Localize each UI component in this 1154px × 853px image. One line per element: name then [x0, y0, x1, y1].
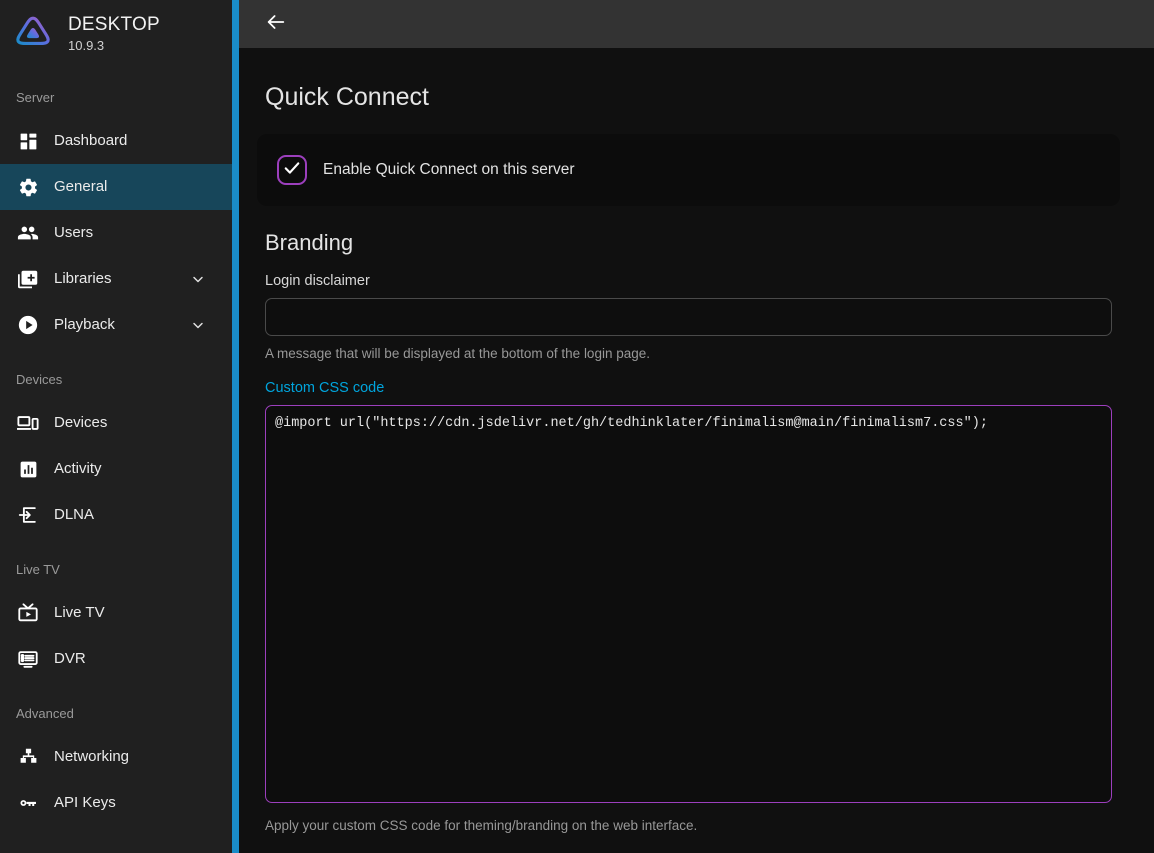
- sidebar-item-label: DLNA: [54, 505, 94, 525]
- sidebar-item-devices[interactable]: Devices: [0, 400, 232, 446]
- sidebar-item-label: API Keys: [54, 793, 116, 813]
- networking-icon: [16, 745, 40, 769]
- page-title: Quick Connect: [265, 82, 1120, 112]
- gear-icon: [16, 175, 40, 199]
- app-root: DESKTOP 10.9.3 Server Dashboard: [0, 0, 1154, 853]
- settings-content: Quick Connect Enable Quick Connect on th…: [239, 82, 1154, 835]
- nav-group-label-devices: Devices: [0, 368, 232, 392]
- key-icon: [16, 791, 40, 815]
- sidebar-item-label: Libraries: [54, 269, 112, 289]
- sidebar-item-dashboard[interactable]: Dashboard: [0, 118, 232, 164]
- login-disclaimer-field: Login disclaimer A message that will be …: [257, 272, 1120, 363]
- sidebar-item-activity[interactable]: Activity: [0, 446, 232, 492]
- activity-chart-icon: [16, 457, 40, 481]
- sidebar-item-libraries[interactable]: Libraries: [0, 256, 232, 302]
- nav-group-label-live-tv: Live TV: [0, 558, 232, 582]
- enable-quick-connect-checkbox[interactable]: [277, 155, 307, 185]
- sidebar-item-dlna[interactable]: DLNA: [0, 492, 232, 538]
- custom-css-help: Apply your custom CSS code for theming/b…: [265, 817, 1112, 835]
- sidebar-item-label: Networking: [54, 747, 129, 767]
- sidebar-item-label: Live TV: [54, 603, 105, 623]
- devices-icon: [16, 411, 40, 435]
- chevron-down-icon[interactable]: [190, 317, 206, 333]
- sidebar-item-label: General: [54, 177, 107, 197]
- sidebar-item-networking[interactable]: Networking: [0, 734, 232, 780]
- brand-header: DESKTOP 10.9.3: [0, 0, 232, 66]
- sidebar-item-general[interactable]: General: [0, 164, 232, 210]
- server-version: 10.9.3: [68, 37, 160, 54]
- branding-section-title: Branding: [265, 230, 1120, 256]
- custom-css-field: Custom CSS code Apply your custom CSS co…: [257, 379, 1120, 835]
- sidebar-item-api-keys[interactable]: API Keys: [0, 780, 232, 826]
- play-circle-icon: [16, 313, 40, 337]
- custom-css-label: Custom CSS code: [265, 379, 1112, 397]
- login-disclaimer-input[interactable]: [265, 298, 1112, 336]
- sidebar-item-label: Playback: [54, 315, 115, 335]
- library-add-icon: [16, 267, 40, 291]
- sidebar-item-users[interactable]: Users: [0, 210, 232, 256]
- live-tv-icon: [16, 601, 40, 625]
- main-content: Quick Connect Enable Quick Connect on th…: [239, 0, 1154, 853]
- dlna-input-icon: [16, 503, 40, 527]
- sidebar-item-label: Devices: [54, 413, 107, 433]
- sidebar-scrollbar[interactable]: [232, 0, 239, 853]
- enable-quick-connect-checkbox-row[interactable]: Enable Quick Connect on this server: [277, 155, 575, 185]
- login-disclaimer-help: A message that will be displayed at the …: [265, 345, 1112, 363]
- brand-text: DESKTOP 10.9.3: [68, 13, 160, 54]
- people-icon: [16, 221, 40, 245]
- sidebar-item-live-tv[interactable]: Live TV: [0, 590, 232, 636]
- top-bar: [239, 0, 1154, 48]
- sidebar-item-dvr[interactable]: DVR: [0, 636, 232, 682]
- back-button[interactable]: [257, 5, 295, 43]
- jellyfin-logo-icon: [14, 14, 52, 52]
- custom-css-textarea[interactable]: [265, 405, 1112, 803]
- chevron-down-icon[interactable]: [190, 271, 206, 287]
- check-icon: [282, 158, 302, 183]
- arrow-left-icon: [265, 11, 287, 38]
- sidebar-item-label: DVR: [54, 649, 86, 669]
- nav-group-label-advanced: Advanced: [0, 702, 232, 726]
- quick-connect-card: Enable Quick Connect on this server: [257, 134, 1120, 206]
- dashboard-icon: [16, 129, 40, 153]
- nav-group-label-server: Server: [0, 86, 232, 110]
- server-name: DESKTOP: [68, 13, 160, 36]
- login-disclaimer-label: Login disclaimer: [265, 272, 1112, 290]
- enable-quick-connect-label: Enable Quick Connect on this server: [323, 160, 575, 180]
- sidebar-item-playback[interactable]: Playback: [0, 302, 232, 348]
- sidebar-item-label: Activity: [54, 459, 102, 479]
- sidebar-item-label: Users: [54, 223, 93, 243]
- dvr-icon: [16, 647, 40, 671]
- sidebar-item-label: Dashboard: [54, 131, 127, 151]
- sidebar: DESKTOP 10.9.3 Server Dashboard: [0, 0, 232, 853]
